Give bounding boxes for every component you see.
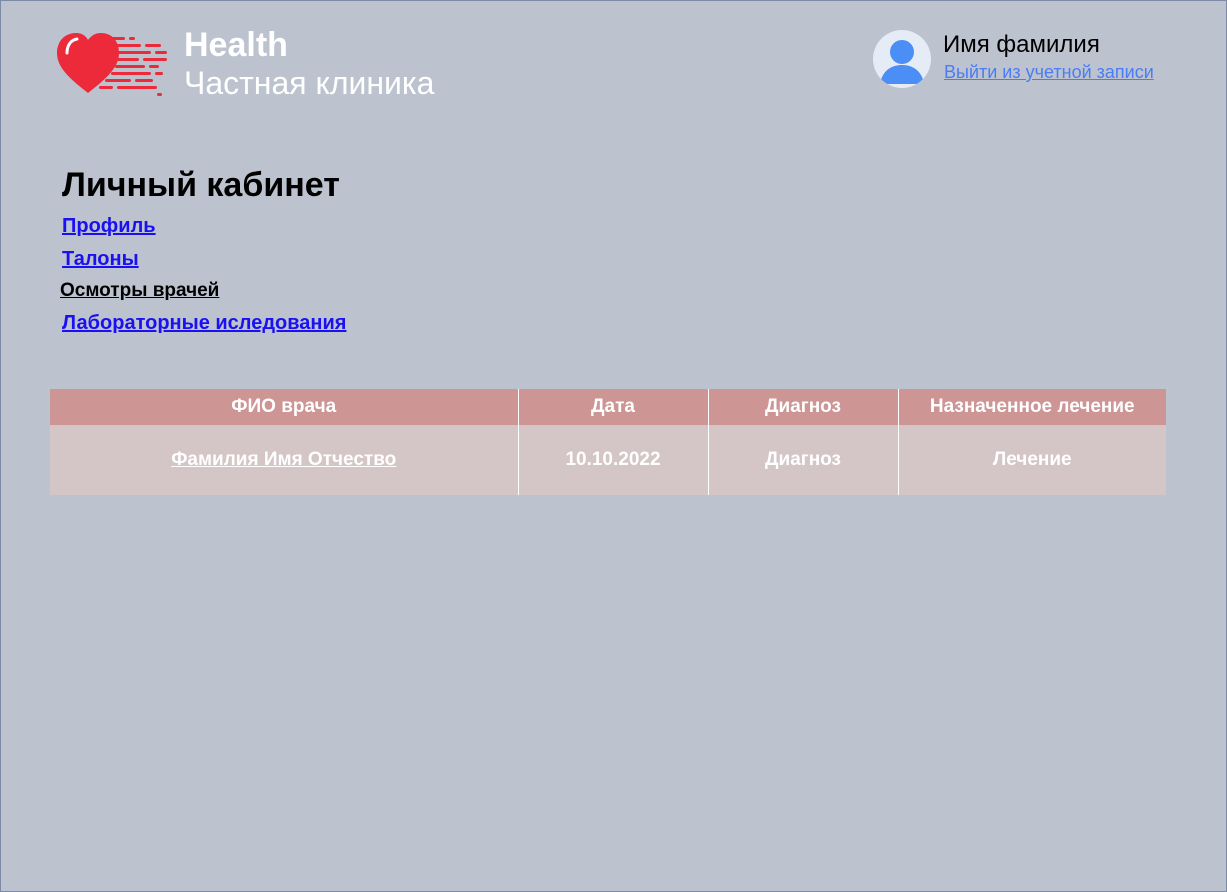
- doctor-name-link[interactable]: Фамилия Имя Отчество: [171, 449, 396, 470]
- cell-doctor: Фамилия Имя Отчество: [50, 425, 518, 495]
- nav-link-profile[interactable]: Профиль: [62, 213, 156, 239]
- heart-logo-icon: [57, 33, 167, 96]
- page-title: Личный кабинет: [62, 166, 340, 204]
- logout-link[interactable]: Выйти из учетной записи: [944, 61, 1154, 83]
- cell-treatment: Лечение: [897, 425, 1166, 495]
- nav-link-lab-tests[interactable]: Лабораторные иследования: [62, 310, 346, 336]
- table-row: Фамилия Имя Отчество 10.10.2022 Диагноз …: [50, 425, 1166, 495]
- table-header-row: ФИО врача Дата Диагноз Назначенное лечен…: [50, 389, 1166, 425]
- brand-title: Health: [184, 26, 288, 64]
- column-header-treatment: Назначенное лечение: [897, 389, 1166, 425]
- cell-diagnosis: Диагноз: [707, 425, 898, 495]
- exams-table: ФИО врача Дата Диагноз Назначенное лечен…: [50, 389, 1166, 495]
- user-name: Имя фамилия: [943, 31, 1100, 58]
- column-header-date: Дата: [517, 389, 708, 425]
- avatar[interactable]: [873, 30, 931, 88]
- brand-subtitle: Частная клиника: [184, 65, 435, 101]
- column-header-diagnosis: Диагноз: [707, 389, 898, 425]
- nav-link-doctor-exams[interactable]: Осмотры врачей: [60, 278, 219, 304]
- nav-link-tickets[interactable]: Талоны: [62, 246, 139, 272]
- user-icon: [880, 40, 924, 84]
- cell-date: 10.10.2022: [517, 425, 708, 495]
- page-frame: Health Частная клиника Имя фамилия Выйти…: [0, 0, 1227, 892]
- column-header-doctor: ФИО врача: [50, 389, 518, 425]
